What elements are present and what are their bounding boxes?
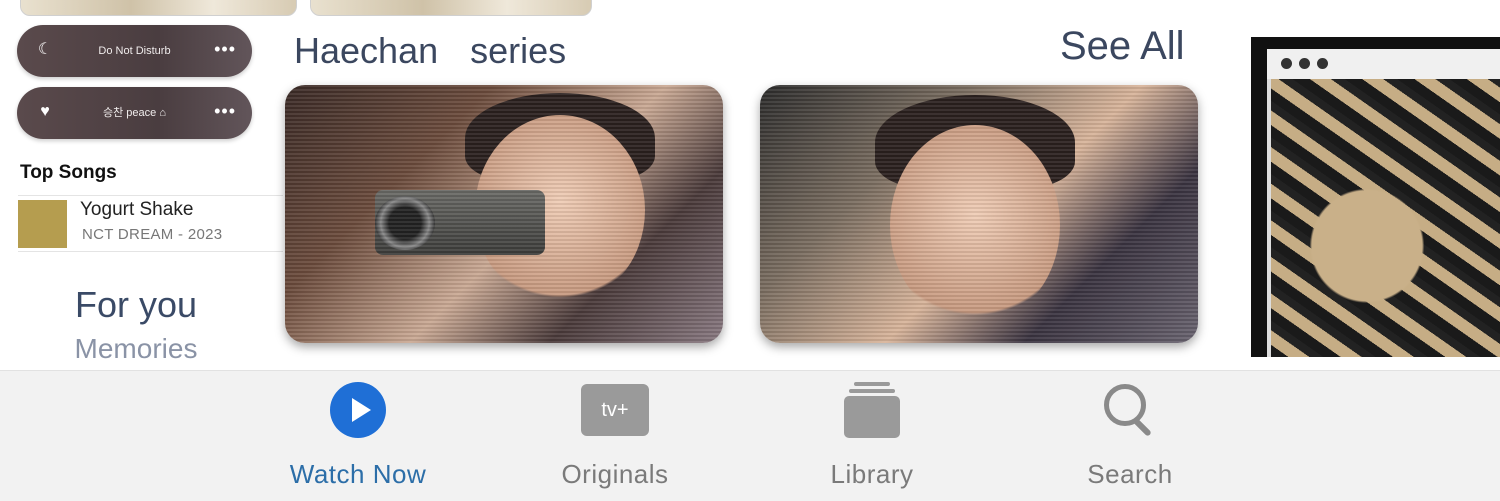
tab-originals[interactable]: tv+ Originals — [515, 379, 715, 490]
artwork-graphic — [1267, 79, 1500, 357]
memories-subtitle: Memories — [74, 333, 198, 364]
window-dot-icon — [1317, 58, 1328, 69]
song-row[interactable]: Yogurt Shake NCT DREAM - 2023 — [18, 195, 283, 252]
scanline-overlay — [285, 85, 723, 343]
album-art — [18, 200, 67, 248]
heart-icon: ♥ — [40, 103, 50, 120]
search-icon — [1102, 382, 1158, 438]
library-icon — [844, 382, 900, 438]
tab-library[interactable]: Library — [772, 379, 972, 490]
album-artwork-window[interactable] — [1251, 37, 1500, 357]
tab-label: Watch Now — [289, 459, 427, 489]
see-all-link[interactable]: See All — [1060, 24, 1185, 69]
more-icon[interactable]: ••• — [214, 87, 236, 135]
top-thumbnail-right[interactable] — [310, 0, 592, 16]
focus-label: Do Not Disturb — [98, 45, 171, 57]
song-title: Yogurt Shake — [80, 199, 194, 220]
top-thumbnail-left[interactable] — [20, 0, 297, 16]
focus-peace[interactable]: ♥ 승찬 peace ⌂ ••• — [17, 87, 252, 139]
tab-search[interactable]: Search — [1030, 379, 1230, 490]
tab-label: Originals — [561, 459, 669, 489]
play-icon — [330, 382, 386, 438]
top-songs-title: Top Songs — [20, 162, 117, 183]
moon-icon: ☾ — [37, 41, 53, 58]
tab-watch-now[interactable]: Watch Now — [258, 379, 458, 490]
appletv-icon: tv+ — [581, 384, 649, 436]
scanline-overlay — [760, 85, 1198, 343]
focus-label: 승찬 peace ⌂ — [103, 107, 166, 119]
appletv-icon-text: tv+ — [601, 399, 629, 421]
video-card[interactable] — [760, 85, 1198, 343]
section-title: Haechan series — [294, 30, 567, 71]
tab-label: Search — [1087, 459, 1173, 489]
window-dot-icon — [1281, 58, 1292, 69]
more-icon[interactable]: ••• — [214, 25, 236, 73]
for-you-title: For you — [74, 284, 198, 325]
window-dot-icon — [1299, 58, 1310, 69]
focus-do-not-disturb[interactable]: ☾ Do Not Disturb ••• — [17, 25, 252, 77]
tab-bar: Watch Now tv+ Originals Library Search — [0, 370, 1500, 501]
video-card[interactable] — [285, 85, 723, 343]
tab-label: Library — [830, 459, 914, 489]
song-subtitle: NCT DREAM - 2023 — [82, 226, 223, 243]
